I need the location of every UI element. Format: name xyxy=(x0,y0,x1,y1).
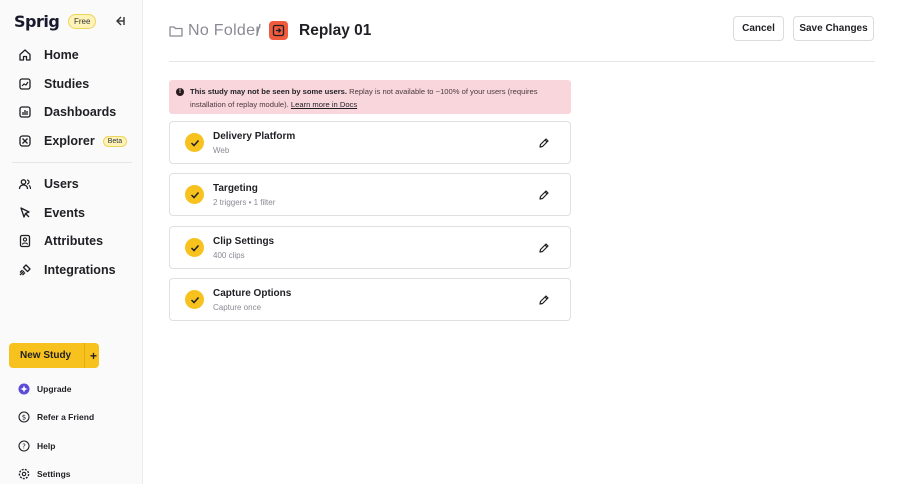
sidebar-item-upgrade[interactable]: Upgrade xyxy=(18,381,71,397)
breadcrumb-folder[interactable]: No Folder xyxy=(169,22,261,40)
button-divider xyxy=(84,343,85,368)
users-icon xyxy=(17,176,33,192)
sidebar-item-studies[interactable]: Studies xyxy=(10,71,134,97)
folder-icon xyxy=(169,26,183,37)
save-changes-button[interactable]: Save Changes xyxy=(793,16,874,41)
card-title: Clip Settings xyxy=(213,236,275,247)
sidebar: Sprig Free Home Studies Dashboards Explo… xyxy=(0,0,143,484)
page-title[interactable]: Replay 01 xyxy=(299,22,371,40)
home-icon xyxy=(17,47,33,63)
card-title: Capture Options xyxy=(213,288,292,299)
sidebar-item-label: Settings xyxy=(37,469,71,479)
beta-badge: Beta xyxy=(102,135,128,147)
sidebar-item-home[interactable]: Home xyxy=(10,42,134,68)
explorer-icon xyxy=(17,133,33,149)
card-subtitle: Capture once xyxy=(213,303,262,312)
edit-icon[interactable] xyxy=(538,189,550,201)
cancel-button[interactable]: Cancel xyxy=(733,16,784,41)
replay-study-icon xyxy=(269,21,288,40)
card-subtitle: Web xyxy=(213,146,230,155)
sidebar-item-label: Users xyxy=(44,177,79,191)
refer-icon: $ xyxy=(18,411,30,423)
sidebar-item-integrations[interactable]: Integrations xyxy=(10,257,134,283)
card-subtitle: 2 triggers • 1 filter xyxy=(213,198,276,207)
attributes-icon xyxy=(17,233,33,249)
check-icon xyxy=(185,185,204,204)
sidebar-item-help[interactable]: ? Help xyxy=(18,438,55,454)
sidebar-item-label: Dashboards xyxy=(44,105,117,119)
card-subtitle: 400 clips xyxy=(213,251,245,260)
edit-icon[interactable] xyxy=(538,294,550,306)
sidebar-item-label: Upgrade xyxy=(37,384,72,394)
logo[interactable]: Sprig xyxy=(14,12,60,31)
events-icon xyxy=(17,205,33,221)
sidebar-item-label: Studies xyxy=(44,77,90,91)
plan-badge: Free xyxy=(68,14,97,29)
upgrade-icon xyxy=(18,383,30,395)
page-header: No Folder / Replay 01 Cancel Save Change… xyxy=(143,0,900,62)
sidebar-item-label: Events xyxy=(44,206,85,220)
warning-title: This study may not be seen by some users… xyxy=(190,87,347,96)
svg-text:?: ? xyxy=(22,443,26,451)
logo-text: Sprig xyxy=(14,12,60,31)
collapse-sidebar-icon[interactable] xyxy=(114,15,126,27)
card-delivery-platform[interactable]: Delivery Platform Web xyxy=(169,121,571,164)
dashboards-icon xyxy=(17,104,33,120)
edit-icon[interactable] xyxy=(538,242,550,254)
sidebar-item-label: Attributes xyxy=(44,234,104,248)
studies-icon xyxy=(17,76,33,92)
card-title: Targeting xyxy=(213,183,258,194)
folder-label: No Folder xyxy=(188,22,261,39)
help-icon: ? xyxy=(18,440,30,452)
sidebar-item-refer[interactable]: $ Refer a Friend xyxy=(18,409,94,425)
card-capture-options[interactable]: Capture Options Capture once xyxy=(169,278,571,321)
check-icon xyxy=(185,133,204,152)
settings-icon xyxy=(18,468,30,480)
sidebar-item-label: Help xyxy=(37,441,56,451)
docs-link[interactable]: Learn more in Docs xyxy=(291,100,357,109)
sidebar-item-events[interactable]: Events xyxy=(10,200,134,226)
check-icon xyxy=(185,238,204,257)
new-study-label: New Study xyxy=(20,350,72,361)
header-divider xyxy=(169,61,875,62)
sidebar-item-label: Home xyxy=(44,48,79,62)
edit-icon[interactable] xyxy=(538,137,550,149)
sidebar-divider xyxy=(12,162,132,163)
plus-icon[interactable]: + xyxy=(90,349,97,363)
sidebar-item-label: Integrations xyxy=(44,263,116,277)
sidebar-item-attributes[interactable]: Attributes xyxy=(10,228,134,254)
sidebar-item-label: Refer a Friend xyxy=(37,412,95,422)
check-icon xyxy=(185,290,204,309)
card-clip-settings[interactable]: Clip Settings 400 clips xyxy=(169,226,571,269)
sidebar-item-label: Explorer xyxy=(44,134,95,148)
integrations-icon xyxy=(17,262,33,278)
card-targeting[interactable]: Targeting 2 triggers • 1 filter xyxy=(169,173,571,216)
warning-banner: ! This study may not be seen by some use… xyxy=(169,80,571,114)
new-study-button[interactable]: New Study + xyxy=(9,343,99,368)
sidebar-item-settings[interactable]: Settings xyxy=(18,466,71,482)
warning-icon: ! xyxy=(176,88,184,96)
sidebar-item-dashboards[interactable]: Dashboards xyxy=(10,99,134,125)
sidebar-item-users[interactable]: Users xyxy=(10,171,134,197)
card-title: Delivery Platform xyxy=(213,131,296,142)
svg-text:$: $ xyxy=(22,414,26,422)
sidebar-item-explorer[interactable]: Explorer Beta xyxy=(10,128,134,154)
breadcrumb-separator: / xyxy=(256,21,261,40)
